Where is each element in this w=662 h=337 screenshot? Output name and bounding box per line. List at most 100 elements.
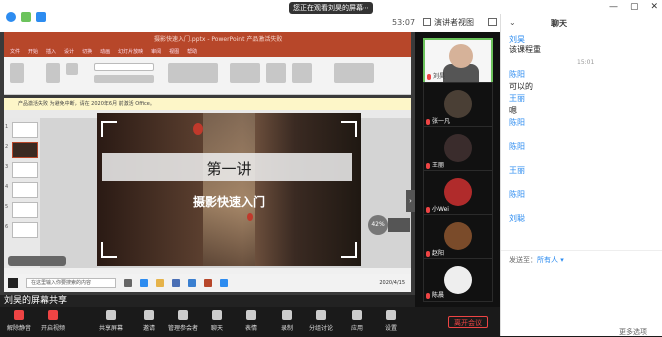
slide-number: 2	[5, 144, 9, 150]
maximize-icon[interactable]: ▢	[630, 2, 639, 12]
view-switch-button[interactable]: 演讲者视图	[423, 16, 474, 28]
signal-icon[interactable]	[36, 12, 46, 22]
ribbon-tab[interactable]: 设计	[64, 47, 74, 57]
chat-sender: 陈阳	[509, 70, 525, 79]
invite-button[interactable]: 邀请	[132, 310, 166, 334]
ribbon-tab[interactable]: 动画	[100, 47, 110, 57]
new-slide-icon[interactable]	[46, 63, 60, 83]
settings-button[interactable]: 设置	[374, 310, 408, 334]
meeting-timer: 53:07	[392, 18, 416, 27]
share-screen-button[interactable]: 共享屏幕	[94, 310, 128, 334]
font-box-icon[interactable]	[94, 63, 154, 71]
ppt-ribbon	[4, 57, 411, 95]
find-icon[interactable]	[334, 63, 374, 83]
mic-muted-icon	[14, 310, 24, 320]
minimize-icon[interactable]: —	[609, 2, 618, 12]
chat-input[interactable]	[509, 267, 655, 327]
tool-label: 管理参会者	[167, 325, 198, 332]
font-format-icon[interactable]	[94, 75, 154, 83]
ribbon-tab[interactable]: 审阅	[151, 47, 161, 57]
record-button[interactable]: 录制	[270, 310, 304, 334]
zoom-control[interactable]	[388, 218, 410, 232]
paste-icon[interactable]	[10, 63, 24, 83]
ppt-title-bar: 摄影快速入门.pptx - PowerPoint 产品激活失败	[4, 32, 411, 47]
emoji-button[interactable]: 表情	[234, 310, 268, 334]
slide-thumbnail[interactable]	[12, 162, 38, 178]
frame-corner	[101, 242, 117, 258]
settings-icon	[386, 310, 396, 320]
leave-meeting-button[interactable]: 离开会议	[448, 316, 488, 328]
participant-tile[interactable]: 赵阳	[423, 214, 493, 260]
tool-label: 解除静音	[6, 325, 31, 332]
apps-button[interactable]: 应用	[340, 310, 374, 334]
paragraph-icon[interactable]	[168, 63, 218, 83]
zoom-badge[interactable]: 42%	[368, 215, 388, 235]
participant-name: 张一凡	[426, 116, 450, 125]
taskbar-search-box[interactable]: 在这里输入你要搜索的内容	[26, 278, 116, 288]
participant-tile[interactable]: 刘昊	[423, 38, 493, 84]
invite-icon	[144, 310, 154, 320]
ribbon-tab[interactable]: 插入	[46, 47, 56, 57]
ribbon-tab[interactable]: 切换	[82, 47, 92, 57]
participant-tile[interactable]: 小Wei	[423, 170, 493, 216]
participant-tile[interactable]: 王丽	[423, 126, 493, 172]
participants-icon	[178, 310, 188, 320]
meeting-app-icon[interactable]	[220, 279, 228, 287]
video-button[interactable]: 开启视频	[36, 310, 70, 334]
participant-name-text: 陈晨	[432, 292, 445, 299]
participant-tile[interactable]: 张一凡	[423, 82, 493, 128]
ribbon-tab[interactable]: 文件	[10, 47, 20, 57]
tool-label: 录制	[280, 325, 293, 332]
folder-icon[interactable]	[156, 279, 164, 287]
slide-thumbnail[interactable]	[12, 202, 38, 218]
apps-icon	[352, 310, 362, 320]
fullscreen-icon[interactable]	[488, 18, 497, 26]
chat-recipient-select[interactable]: 所有人 ▾	[537, 255, 564, 265]
ribbon-tab[interactable]: 视图	[169, 47, 179, 57]
chat-icon	[212, 310, 222, 320]
participant-avatar	[444, 134, 472, 162]
presenter-mini-toolbar[interactable]	[8, 256, 66, 266]
sharing-banner[interactable]: 您正在观看刘昊的屏幕 ⋯	[289, 2, 373, 14]
slide-number: 6	[5, 224, 9, 230]
frame-corner	[341, 121, 357, 137]
windows-start-icon[interactable]	[8, 278, 18, 288]
breakout-button[interactable]: 分组讨论	[304, 310, 338, 334]
close-icon[interactable]: ✕	[650, 2, 658, 12]
edge-icon[interactable]	[140, 279, 148, 287]
slide-thumbnail[interactable]	[12, 122, 38, 138]
tool-label: 邀请	[142, 325, 155, 332]
shapes-icon[interactable]	[230, 63, 260, 83]
powerpoint-icon[interactable]	[204, 279, 212, 287]
participants-button[interactable]: 管理参会者	[166, 310, 200, 334]
tool-label: 分组讨论	[308, 325, 333, 332]
slide-thumbnail[interactable]	[12, 142, 38, 158]
slide-thumbnail[interactable]	[12, 222, 38, 238]
windows-taskbar: 在这里输入你要搜索的内容 2020/4/15	[4, 274, 411, 292]
participant-tile[interactable]: 陈晨	[423, 258, 493, 302]
mute-button[interactable]: 解除静音	[2, 310, 36, 334]
ribbon-tab[interactable]: 开始	[28, 47, 38, 57]
ribbon-tab[interactable]: 帮助	[187, 47, 197, 57]
chat-message: 该课程重	[509, 45, 541, 54]
chat-to-label: 发送至：	[509, 256, 537, 264]
chevron-down-icon[interactable]: ⌄	[509, 18, 516, 27]
chat-button[interactable]: 聊天	[200, 310, 234, 334]
participant-name: 陈晨	[426, 290, 444, 299]
collapse-handle-icon[interactable]: ›	[406, 190, 415, 212]
slide-number: 4	[5, 184, 9, 190]
info-icon[interactable]	[6, 12, 16, 22]
layout-icon[interactable]	[66, 63, 78, 75]
quick-styles-icon[interactable]	[292, 63, 312, 83]
tool-label: 表情	[244, 325, 257, 332]
current-slide[interactable]: 第一讲 摄影快速入门	[97, 113, 361, 266]
mail-icon[interactable]	[188, 279, 196, 287]
more-options-icon[interactable]: ⋯	[362, 2, 369, 14]
ribbon-tab[interactable]: 幻灯片放映	[118, 47, 143, 57]
shield-icon[interactable]	[21, 12, 31, 22]
task-view-icon[interactable]	[124, 279, 132, 287]
store-icon[interactable]	[172, 279, 180, 287]
tool-label: 应用	[350, 325, 363, 332]
slide-thumbnail[interactable]	[12, 182, 38, 198]
arrange-icon[interactable]	[266, 63, 286, 83]
